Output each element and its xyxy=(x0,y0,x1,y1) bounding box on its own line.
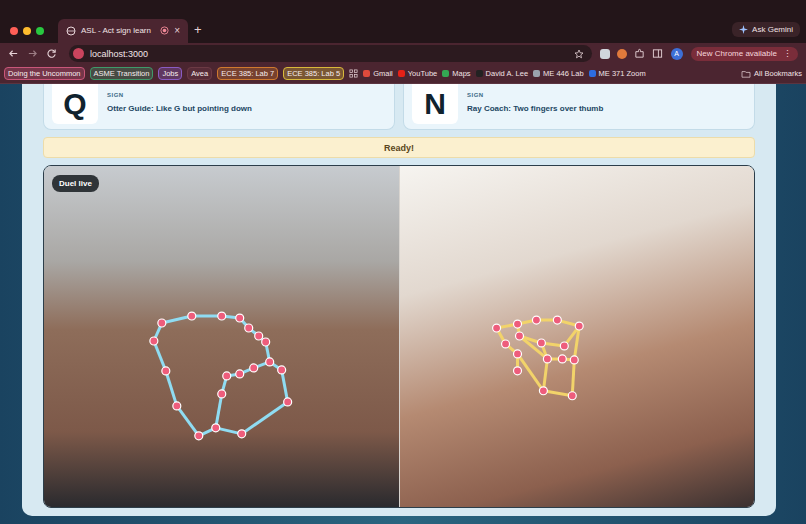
coach-camera xyxy=(399,166,755,507)
bookmark-link[interactable]: YouTube xyxy=(398,69,437,78)
side-panel-icon[interactable] xyxy=(652,48,663,59)
favicon-icon xyxy=(533,70,540,77)
hand-landmarks xyxy=(44,166,399,507)
screen: ASL - Act sign learn × + Ask Gemini localhos… xyxy=(0,0,806,524)
apps-grid-icon[interactable] xyxy=(349,69,358,78)
sparkle-icon xyxy=(739,25,748,34)
menu-button[interactable]: ⋮ xyxy=(783,49,792,59)
tab-group-chip[interactable]: Avea xyxy=(187,67,212,80)
bookmark-link[interactable]: Gmail xyxy=(363,69,393,78)
video-feed: Duel live xyxy=(43,165,755,508)
new-tab-button[interactable]: + xyxy=(194,19,202,43)
favicon-icon xyxy=(363,70,370,77)
bookmark-label: ME 371 Zoom xyxy=(599,69,646,78)
favicon-icon xyxy=(442,70,449,77)
sign-card: QSIGNOtter Guide: Like G but pointing do… xyxy=(43,84,395,130)
bookmark-link[interactable]: Maps xyxy=(442,69,470,78)
tab-group-chip[interactable]: ASME Transition xyxy=(90,67,154,80)
close-window-icon[interactable] xyxy=(10,27,18,35)
ask-gemini-label: Ask Gemini xyxy=(752,25,793,34)
update-button[interactable]: New Chrome available ⋮ xyxy=(691,47,798,61)
window-controls xyxy=(6,19,52,43)
bookmark-label: YouTube xyxy=(408,69,437,78)
favicon-icon xyxy=(398,70,405,77)
bookmark-link[interactable]: David A. Lee xyxy=(476,69,529,78)
tab-group-chip[interactable]: Doing the Uncommon xyxy=(4,67,85,80)
star-icon[interactable] xyxy=(574,49,584,59)
favicon-icon xyxy=(589,70,596,77)
reload-icon[interactable] xyxy=(46,48,57,59)
maximize-window-icon[interactable] xyxy=(36,27,44,35)
bookmark-label: Maps xyxy=(452,69,470,78)
update-label: New Chrome available xyxy=(697,49,777,58)
recording-icon xyxy=(160,26,169,35)
card-text: SIGNRay Coach: Two fingers over thumb xyxy=(467,100,603,113)
status-banner: Ready! xyxy=(43,137,755,158)
bookmark-label: ME 446 Lab xyxy=(543,69,583,78)
tab-group-chip[interactable]: ECE 385: Lab 7 xyxy=(217,67,278,80)
globe-icon xyxy=(66,26,76,36)
sign-tag: SIGN xyxy=(107,92,252,98)
ask-gemini-button[interactable]: Ask Gemini xyxy=(732,22,800,37)
tab-group-chip[interactable]: ECE 385: Lab 5 xyxy=(283,67,344,80)
folder-icon xyxy=(741,70,751,78)
sign-letter: N xyxy=(424,87,446,121)
all-bookmarks-button[interactable]: All Bookmarks xyxy=(741,69,802,78)
favicon-icon xyxy=(476,70,483,77)
bookmarks-bar: Doing the Uncommon ASME Transition Jobs Ave… xyxy=(0,64,806,84)
player-camera xyxy=(44,166,399,507)
page: QSIGNOtter Guide: Like G but pointing do… xyxy=(0,84,806,524)
puzzle-icon[interactable] xyxy=(634,48,645,59)
sign-hint: Otter Guide: Like G but pointing down xyxy=(107,104,252,113)
site-info-icon[interactable] xyxy=(73,48,84,59)
tab-title: ASL - Act sign learn xyxy=(81,26,155,35)
profile-avatar[interactable]: A xyxy=(671,48,683,60)
browser-tab[interactable]: ASL - Act sign learn × xyxy=(58,19,188,43)
bookmark-link[interactable]: ME 371 Zoom xyxy=(589,69,646,78)
tab-group-chip[interactable]: Jobs xyxy=(158,67,182,80)
minimize-window-icon[interactable] xyxy=(23,27,31,35)
address-bar[interactable]: localhost:3000 xyxy=(69,45,592,62)
sign-card: NSIGNRay Coach: Two fingers over thumb xyxy=(403,84,755,130)
tab-close-button[interactable]: × xyxy=(174,25,180,36)
extension-icon[interactable] xyxy=(600,49,610,59)
sign-tag: SIGN xyxy=(467,92,603,98)
hand-landmarks xyxy=(400,166,755,507)
address-text: localhost:3000 xyxy=(90,49,148,59)
bookmark-label: David A. Lee xyxy=(486,69,529,78)
bookmark-link[interactable]: ME 446 Lab xyxy=(533,69,583,78)
extension-icon[interactable] xyxy=(617,49,627,59)
sign-letter: Q xyxy=(63,87,86,121)
bookmark-label: Gmail xyxy=(373,69,393,78)
duel-badge: Duel live xyxy=(52,175,99,192)
forward-arrow-icon[interactable] xyxy=(27,48,38,59)
toolbar: localhost:3000 A New Chrome available ⋮ xyxy=(0,43,806,64)
card-text: SIGNOtter Guide: Like G but pointing dow… xyxy=(107,100,252,113)
sign-hint: Ray Coach: Two fingers over thumb xyxy=(467,104,603,113)
letter-tile: N xyxy=(412,84,458,124)
all-bookmarks-label: All Bookmarks xyxy=(754,69,802,78)
practice-panel: QSIGNOtter Guide: Like G but pointing do… xyxy=(22,84,776,516)
extensions xyxy=(600,48,663,59)
letter-tile: Q xyxy=(52,84,98,124)
sign-cards: QSIGNOtter Guide: Like G but pointing do… xyxy=(43,84,755,130)
back-arrow-icon[interactable] xyxy=(8,48,19,59)
tab-strip: ASL - Act sign learn × + Ask Gemini xyxy=(0,0,806,43)
